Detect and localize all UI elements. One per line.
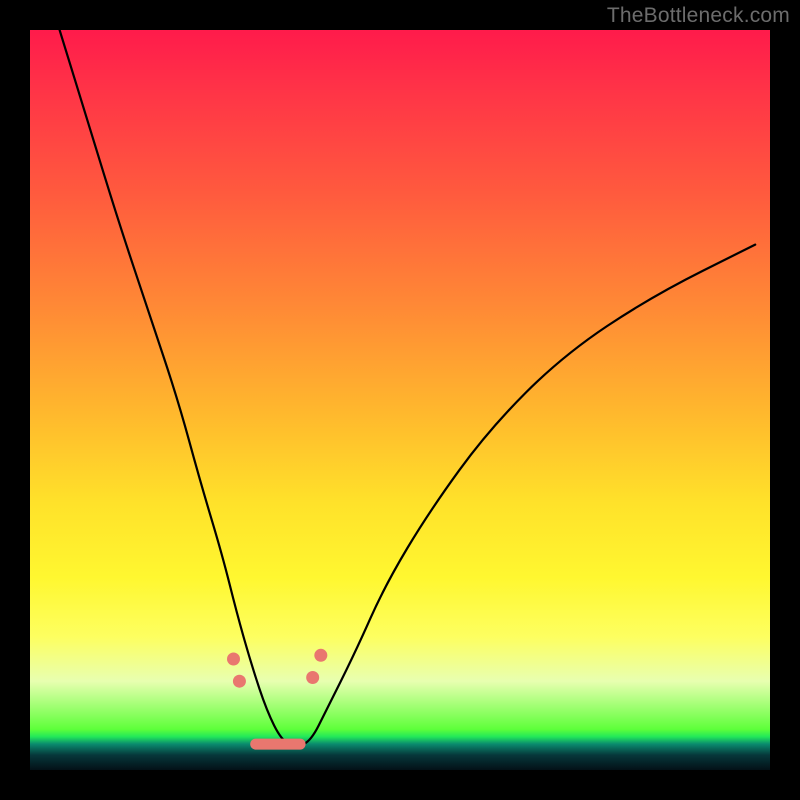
attribution-label: TheBottleneck.com [607,4,790,28]
bottleneck-curve [60,30,756,746]
curve-layer [30,30,770,770]
chart-frame: TheBottleneck.com [0,0,800,800]
plot-area [30,30,770,770]
